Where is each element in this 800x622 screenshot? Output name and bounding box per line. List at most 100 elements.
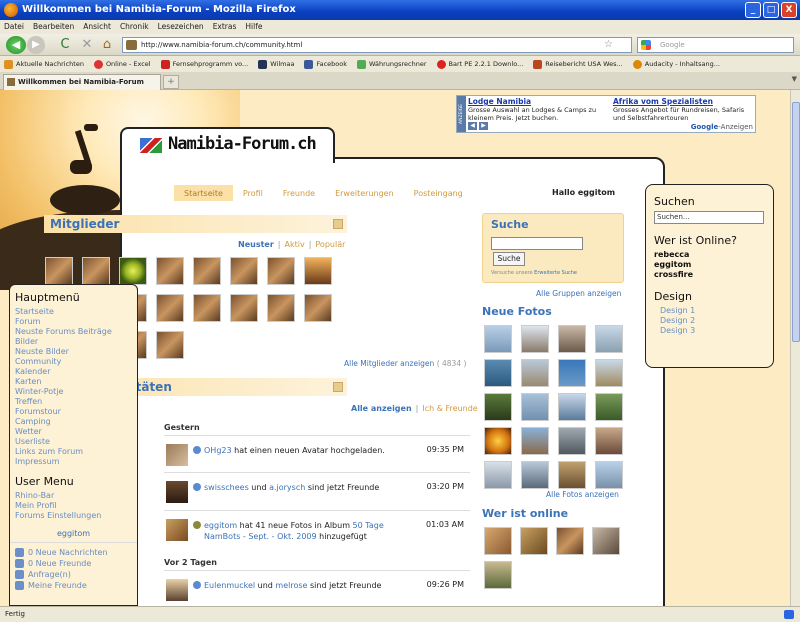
online-avatar[interactable] [484, 527, 512, 555]
photo-thumb[interactable] [558, 359, 586, 387]
search-bar[interactable]: Google [637, 37, 794, 53]
sidebar-item[interactable]: Forumstour [10, 407, 137, 417]
all-members-link[interactable]: Alle Mitglieder anzeigen ( 4834 ) [344, 359, 466, 368]
sidebar-item[interactable]: Camping [10, 417, 137, 427]
forward-button[interactable]: ▶ [27, 36, 45, 54]
sidebar-item[interactable]: Karten [10, 377, 137, 387]
ad-title[interactable]: Afrika vom Spezialisten [613, 97, 713, 106]
photo-thumb[interactable] [558, 393, 586, 421]
member-avatar[interactable] [156, 257, 184, 285]
user-menu-item[interactable]: Forums Einstellungen [10, 511, 137, 521]
bookmark-item[interactable]: Reisebericht USA Wes... [533, 56, 623, 72]
filter-aktiv[interactable]: Aktiv [284, 240, 304, 249]
online-user[interactable]: crossfire [646, 270, 773, 280]
filter-freunde[interactable]: Ich & Freunde [422, 404, 477, 413]
menu-ansicht[interactable]: Ansicht [83, 20, 111, 34]
bookmark-star-icon[interactable]: ☆ [604, 38, 613, 52]
tab-namibia-forum[interactable]: Willkommen bei Namibia-Forum [3, 74, 161, 90]
sidebar-item[interactable]: Treffen [10, 397, 137, 407]
sidebar-item[interactable]: Neuste Forums Beiträge [10, 327, 137, 337]
my-friends-link[interactable]: Meine Freunde [10, 580, 137, 591]
friends-link[interactable]: 0 Neue Freunde [10, 558, 137, 569]
bookmark-item[interactable]: Bart PE 2.2.1 Downlo... [436, 56, 523, 72]
menu-lesezeichen[interactable]: Lesezeichen [158, 20, 204, 34]
new-tab-button[interactable]: + [163, 75, 179, 89]
member-avatar[interactable] [156, 331, 184, 359]
photo-thumb[interactable] [521, 325, 549, 353]
close-button[interactable]: X [781, 2, 797, 18]
menu-bearbeiten[interactable]: Bearbeiten [33, 20, 74, 34]
username-link[interactable]: eggitom [10, 529, 137, 543]
messages-link[interactable]: 0 Neue Nachrichten [10, 547, 137, 558]
bookmark-item[interactable]: Facebook [304, 56, 347, 72]
tab-erweiterungen[interactable]: Erweiterungen [325, 185, 404, 201]
member-avatar[interactable] [230, 294, 258, 322]
online-avatar[interactable] [520, 527, 548, 555]
photo-thumb[interactable] [595, 359, 623, 387]
filter-neuster[interactable]: Neuster [238, 240, 274, 249]
right-search-input[interactable]: Suchen... [654, 211, 764, 224]
bookmark-item[interactable]: Aktuelle Nachrichten [4, 56, 84, 72]
photo-thumb[interactable] [521, 461, 549, 489]
collapse-icon[interactable] [333, 382, 343, 392]
stop-button[interactable]: ✕ [80, 36, 94, 54]
sidebar-item[interactable]: Neuste Bilder [10, 347, 137, 357]
bookmark-item[interactable]: Fernsehprogramm vo... [160, 56, 248, 72]
menu-extras[interactable]: Extras [213, 20, 237, 34]
bookmark-item[interactable]: Audacity - Inhaltsang... [632, 56, 720, 72]
filter-populaer[interactable]: Populär [315, 240, 345, 249]
sidebar-item[interactable]: Startseite [10, 307, 137, 317]
bookmark-item[interactable]: Wilmaa [258, 56, 294, 72]
all-groups-link[interactable]: Alle Gruppen anzeigen [536, 289, 621, 298]
search-input[interactable] [491, 237, 583, 250]
bookmark-item[interactable]: Währungsrechner [356, 56, 427, 72]
photo-thumb[interactable] [484, 427, 512, 455]
design-option[interactable]: Design 1 [646, 306, 773, 316]
online-user[interactable]: rebecca [646, 250, 773, 260]
sidebar-item[interactable]: Forum [10, 317, 137, 327]
activity-thumb[interactable] [166, 481, 188, 503]
design-option[interactable]: Design 3 [646, 326, 773, 336]
member-avatar[interactable] [267, 294, 295, 322]
url-bar[interactable]: http://www.namibia-forum.ch/community.ht… [122, 37, 632, 53]
online-avatar[interactable] [484, 561, 512, 589]
search-button[interactable]: Suche [493, 252, 525, 266]
photo-thumb[interactable] [484, 325, 512, 353]
photo-thumb[interactable] [521, 427, 549, 455]
photo-thumb[interactable] [521, 393, 549, 421]
photo-thumb[interactable] [595, 461, 623, 489]
menu-hilfe[interactable]: Hilfe [245, 20, 262, 34]
ad-item[interactable]: Afrika vom Spezialisten Grosses Angebot … [613, 97, 751, 123]
sidebar-item[interactable]: Impressum [10, 457, 137, 467]
sidebar-item[interactable]: Links zum Forum [10, 447, 137, 457]
member-avatar[interactable] [193, 294, 221, 322]
reload-button[interactable]: C [58, 36, 72, 54]
filter-alle[interactable]: Alle anzeigen [351, 404, 412, 413]
all-photos-link[interactable]: Alle Fotos anzeigen [546, 490, 619, 499]
member-avatar[interactable] [193, 257, 221, 285]
member-avatar[interactable] [156, 294, 184, 322]
photo-thumb[interactable] [484, 461, 512, 489]
collapse-icon[interactable] [333, 219, 343, 229]
online-avatar[interactable] [592, 527, 620, 555]
activity-thumb[interactable] [166, 579, 188, 601]
online-user[interactable]: eggitom [646, 260, 773, 270]
menu-chronik[interactable]: Chronik [120, 20, 149, 34]
requests-link[interactable]: Anfrage(n) [10, 569, 137, 580]
photo-thumb[interactable] [484, 393, 512, 421]
tab-freunde[interactable]: Freunde [273, 185, 325, 201]
menu-datei[interactable]: Datei [4, 20, 24, 34]
member-avatar[interactable] [267, 257, 295, 285]
vertical-scrollbar[interactable] [790, 90, 800, 606]
member-avatar[interactable] [45, 257, 73, 285]
photo-thumb[interactable] [558, 461, 586, 489]
advanced-search-link[interactable]: Erweiterte Suche [534, 270, 577, 276]
member-avatar[interactable] [119, 257, 147, 285]
photo-thumb[interactable] [558, 427, 586, 455]
tab-profil[interactable]: Profil [233, 185, 273, 201]
sidebar-item[interactable]: Community [10, 357, 137, 367]
photo-thumb[interactable] [521, 359, 549, 387]
activity-thumb[interactable] [166, 519, 188, 541]
user-menu-item[interactable]: Mein Profil [10, 501, 137, 511]
back-button[interactable]: ◀ [6, 36, 26, 54]
